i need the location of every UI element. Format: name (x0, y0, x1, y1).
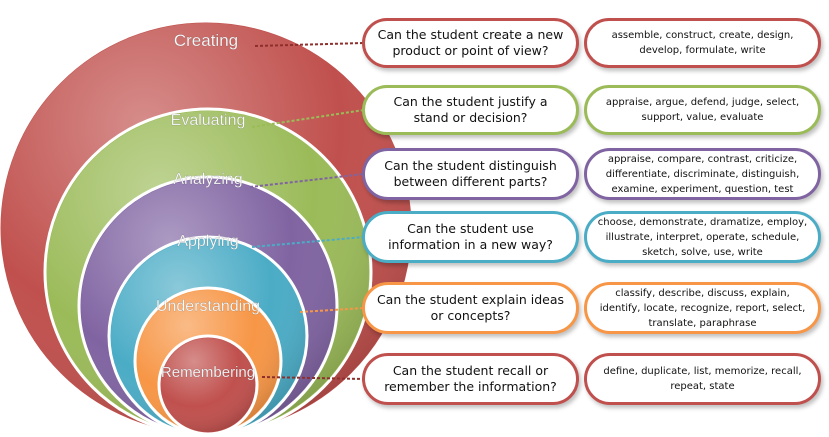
question-text: Can the student justify a stand or decis… (393, 94, 548, 125)
level-label-understanding: Understanding (156, 298, 260, 315)
question-box-creating: Can the student create a new product or … (362, 18, 579, 68)
verbs-box-understanding: classify, describe, discuss, explain, id… (584, 282, 821, 334)
verbs-text: classify, describe, discuss, explain, id… (599, 287, 806, 329)
question-box-analyzing: Can the student distinguish between diff… (362, 148, 579, 200)
verbs-text: appraise, argue, defend, judge, select, … (605, 97, 800, 123)
verbs-box-analyzing: appraise, compare, contrast, criticize, … (584, 148, 821, 200)
question-text: Can the student create a new product or … (377, 27, 564, 58)
verbs-text: assemble, construct, create, design, dev… (611, 30, 794, 56)
verbs-box-applying: choose, demonstrate, dramatize, employ, … (584, 211, 821, 263)
question-box-understanding: Can the student explain ideas or concept… (362, 282, 579, 334)
verbs-box-evaluating: appraise, argue, defend, judge, select, … (584, 85, 821, 135)
question-text: Can the student use information in a new… (388, 221, 553, 252)
question-box-remembering: Can the student recall or remember the i… (362, 353, 579, 405)
level-label-evaluating: Evaluating (171, 112, 246, 129)
question-box-applying: Can the student use information in a new… (362, 211, 579, 263)
circle-shading-remembering (161, 338, 255, 432)
verbs-text: appraise, compare, contrast, criticize, … (605, 153, 800, 195)
question-text: Can the student distinguish between diff… (384, 158, 557, 189)
verbs-box-creating: assemble, construct, create, design, dev… (584, 18, 821, 68)
verbs-text: define, duplicate, list, memorize, recal… (603, 366, 802, 392)
verbs-box-remembering: define, duplicate, list, memorize, recal… (584, 353, 821, 405)
question-box-evaluating: Can the student justify a stand or decis… (362, 85, 579, 135)
verbs-text: choose, demonstrate, dramatize, employ, … (597, 216, 808, 258)
level-label-applying: Applying (177, 233, 238, 250)
level-label-remembering: Remembering (161, 364, 255, 381)
question-text: Can the student recall or remember the i… (384, 363, 557, 394)
question-text: Can the student explain ideas or concept… (376, 292, 565, 323)
level-label-analyzing: Analyzing (173, 171, 242, 188)
level-label-creating: Creating (174, 31, 238, 50)
